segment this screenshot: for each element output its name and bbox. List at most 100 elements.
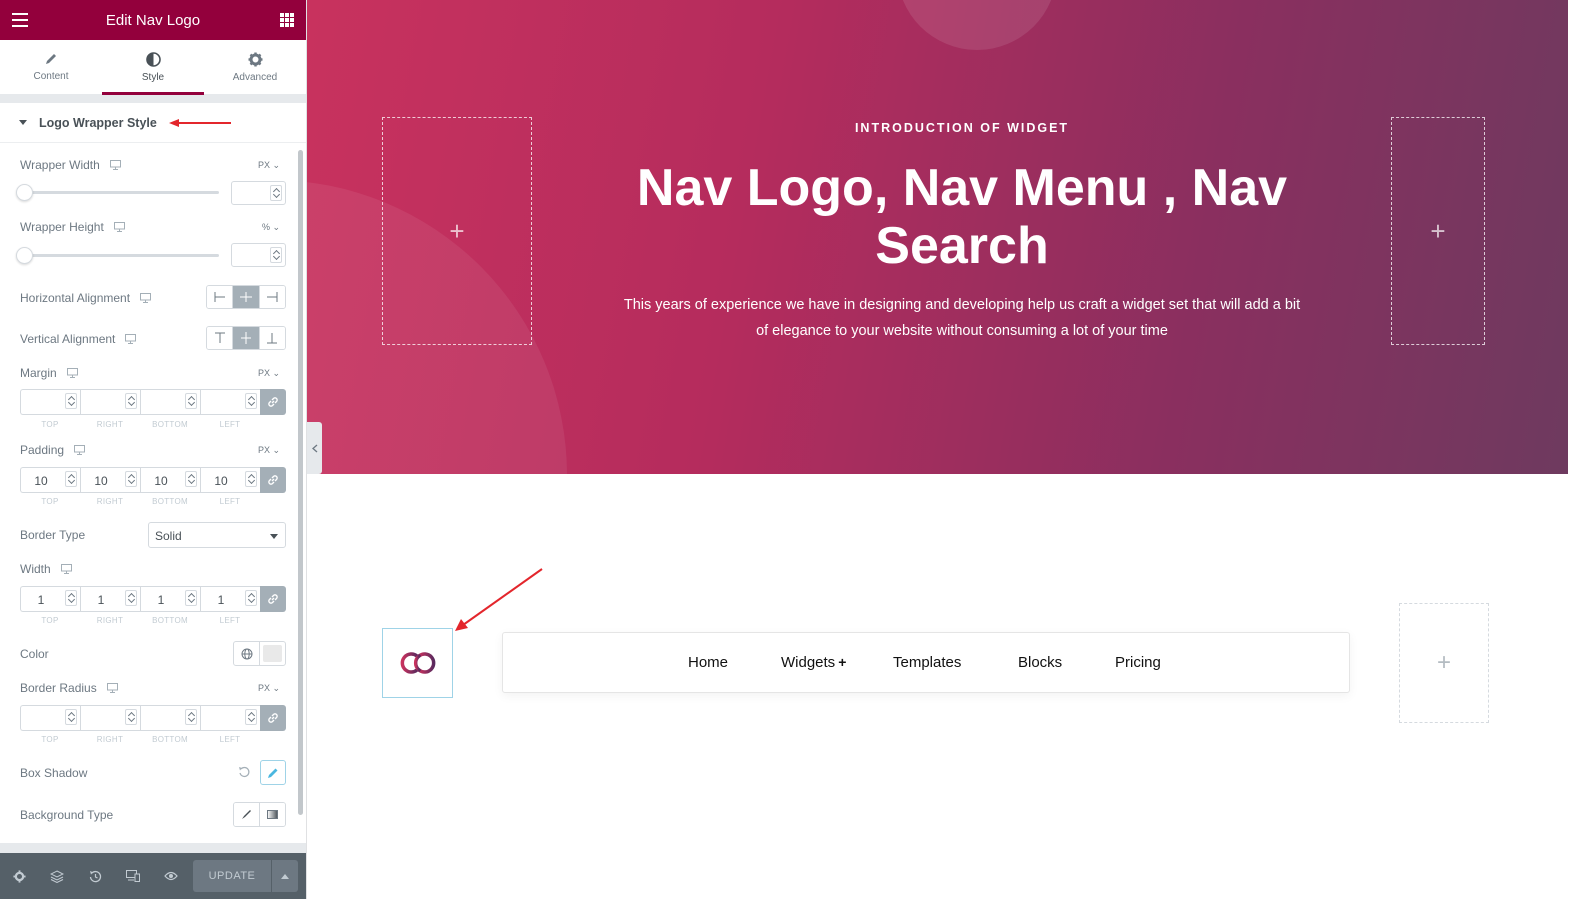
border-radius-unit[interactable]: PX (258, 683, 280, 694)
stepper-icon[interactable] (185, 471, 197, 487)
stepper-icon[interactable] (270, 185, 282, 201)
hero-section[interactable]: + + INTRODUCTION OF WIDGET Nav Logo, Nav… (307, 0, 1568, 474)
border-width-right-input[interactable]: 1 (80, 586, 140, 612)
stepper-icon[interactable] (65, 709, 77, 725)
global-colors-button[interactable] (234, 642, 260, 665)
empty-column-right[interactable]: + (1391, 117, 1485, 345)
update-button[interactable]: UPDATE (193, 860, 271, 892)
radius-top-input[interactable] (20, 705, 80, 731)
align-left-button[interactable] (207, 286, 234, 308)
panel-scrollbar[interactable] (298, 150, 303, 815)
stepper-icon[interactable] (125, 709, 137, 725)
settings-button[interactable] (0, 853, 38, 899)
border-width-bottom-input[interactable]: 1 (140, 586, 200, 612)
desktop-icon[interactable] (125, 334, 137, 344)
stepper-icon[interactable] (185, 590, 197, 606)
add-element-icon[interactable]: + (1430, 216, 1445, 247)
padding-bottom-input[interactable]: 10 (140, 467, 200, 493)
desktop-icon[interactable] (109, 160, 121, 170)
add-element-icon[interactable]: + (1437, 649, 1451, 677)
stepper-icon[interactable] (245, 709, 257, 725)
slider-handle[interactable] (16, 184, 33, 201)
stepper-icon[interactable] (270, 247, 282, 263)
stepper-icon[interactable] (245, 590, 257, 606)
desktop-icon[interactable] (106, 683, 118, 693)
stepper-icon[interactable] (245, 393, 257, 409)
empty-column[interactable]: + (1399, 603, 1489, 723)
border-type-select[interactable]: Solid (148, 522, 286, 548)
collapse-panel-button[interactable] (307, 422, 322, 474)
align-top-button[interactable] (207, 327, 234, 349)
widgets-grid-icon[interactable] (280, 13, 294, 27)
desktop-icon[interactable] (140, 293, 152, 303)
color-swatch[interactable] (263, 645, 282, 662)
padding-right-input[interactable]: 10 (80, 467, 140, 493)
tab-content[interactable]: Content (0, 40, 102, 94)
navigator-button[interactable] (38, 853, 76, 899)
link-values-button[interactable] (260, 586, 286, 612)
border-width-left-input[interactable]: 1 (200, 586, 260, 612)
desktop-icon[interactable] (66, 368, 78, 378)
link-values-button[interactable] (260, 389, 286, 415)
hamburger-menu-icon[interactable] (12, 13, 28, 27)
box-shadow-label: Box Shadow (20, 766, 87, 780)
wrapper-height-unit[interactable]: % (262, 222, 280, 233)
save-options-button[interactable] (271, 860, 298, 892)
tab-style[interactable]: Style (102, 40, 204, 95)
stepper-icon[interactable] (185, 709, 197, 725)
add-element-icon[interactable]: + (449, 216, 464, 247)
background-gradient-button[interactable] (260, 803, 285, 826)
slider-handle[interactable] (16, 247, 33, 264)
reset-icon[interactable] (238, 766, 250, 778)
nav-logo-widget[interactable] (382, 628, 453, 698)
stepper-icon[interactable] (125, 471, 137, 487)
submenu-plus-icon[interactable]: + (838, 654, 846, 670)
tab-advanced[interactable]: Advanced (204, 40, 306, 94)
responsive-mode-button[interactable] (114, 853, 152, 899)
border-width-top-input[interactable]: 1 (20, 586, 80, 612)
radius-left-input[interactable] (200, 705, 260, 731)
stepper-icon[interactable] (65, 471, 77, 487)
align-bottom-button[interactable] (259, 327, 285, 349)
link-values-button[interactable] (260, 467, 286, 493)
radius-right-input[interactable] (80, 705, 140, 731)
history-button[interactable] (76, 853, 114, 899)
desktop-icon[interactable] (113, 222, 125, 232)
wrapper-width-input[interactable] (231, 181, 286, 205)
nav-item-widgets[interactable]: Widgets + (781, 654, 846, 671)
box-shadow-edit-button[interactable] (260, 760, 286, 785)
nav-item-templates[interactable]: Templates (893, 654, 961, 671)
stepper-icon[interactable] (185, 393, 197, 409)
desktop-icon[interactable] (74, 445, 86, 455)
empty-column-left[interactable]: + (382, 117, 532, 345)
wrapper-height-slider[interactable] (16, 247, 219, 264)
background-classic-button[interactable] (234, 803, 260, 826)
nav-item-blocks[interactable]: Blocks (1018, 654, 1062, 671)
stepper-icon[interactable] (125, 590, 137, 606)
margin-bottom-input[interactable] (140, 389, 200, 415)
nav-item-home[interactable]: Home (688, 654, 728, 671)
link-values-button[interactable] (260, 705, 286, 731)
preview-button[interactable] (152, 853, 190, 899)
stepper-icon[interactable] (65, 393, 77, 409)
stepper-icon[interactable] (125, 393, 137, 409)
align-right-button[interactable] (259, 286, 285, 308)
margin-unit[interactable]: PX (258, 368, 280, 379)
stepper-icon[interactable] (65, 590, 77, 606)
wrapper-width-unit[interactable]: PX (258, 160, 280, 171)
align-center-button[interactable] (233, 286, 260, 308)
wrapper-width-slider[interactable] (16, 184, 219, 201)
margin-right-input[interactable] (80, 389, 140, 415)
desktop-icon[interactable] (60, 564, 72, 574)
stepper-icon[interactable] (245, 471, 257, 487)
padding-unit[interactable]: PX (258, 445, 280, 456)
section-toggle-logo-wrapper-style[interactable]: Logo Wrapper Style (0, 103, 306, 143)
nav-item-pricing[interactable]: Pricing (1115, 654, 1161, 671)
margin-left-input[interactable] (200, 389, 260, 415)
align-middle-button[interactable] (233, 327, 260, 349)
padding-top-input[interactable]: 10 (20, 467, 80, 493)
padding-left-input[interactable]: 10 (200, 467, 260, 493)
radius-bottom-input[interactable] (140, 705, 200, 731)
margin-top-input[interactable] (20, 389, 80, 415)
wrapper-height-input[interactable] (231, 243, 286, 267)
